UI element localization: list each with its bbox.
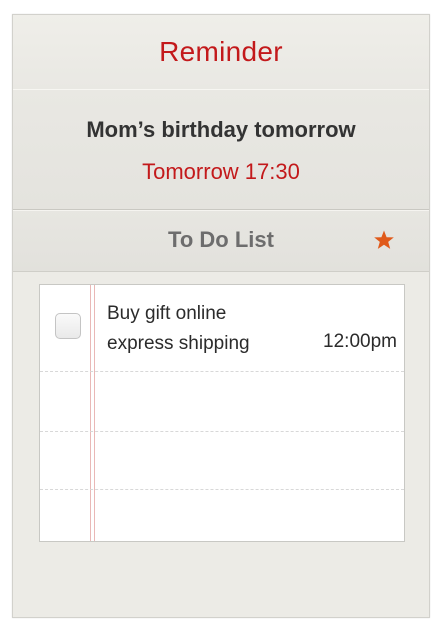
event-section: Mom’s birthday tomorrow Tomorrow 17:30 [13, 89, 429, 210]
ruled-line [40, 431, 404, 432]
star-icon[interactable] [372, 228, 396, 252]
item-checkbox[interactable] [55, 313, 81, 339]
item-title: Buy gift online [107, 303, 227, 324]
todo-header: To Do List [13, 210, 429, 272]
margin-line [90, 285, 91, 541]
header-bar: Reminder [13, 15, 429, 90]
reminder-panel: Reminder Mom’s birthday tomorrow Tomorro… [12, 14, 430, 618]
margin-line [94, 285, 95, 541]
event-time: Tomorrow 17:30 [142, 159, 300, 184]
item-text: Buy gift online express shipping [107, 299, 250, 359]
item-subtitle: express shipping [107, 333, 250, 354]
event-title: Mom’s birthday tomorrow [86, 117, 356, 142]
page-title: Reminder [159, 36, 283, 67]
item-time: 12:00pm [323, 331, 397, 352]
todo-list-paper: Buy gift online express shipping 12:00pm [39, 284, 405, 542]
todo-title: To Do List [168, 227, 274, 252]
ruled-line [40, 371, 404, 372]
ruled-line [40, 489, 404, 490]
